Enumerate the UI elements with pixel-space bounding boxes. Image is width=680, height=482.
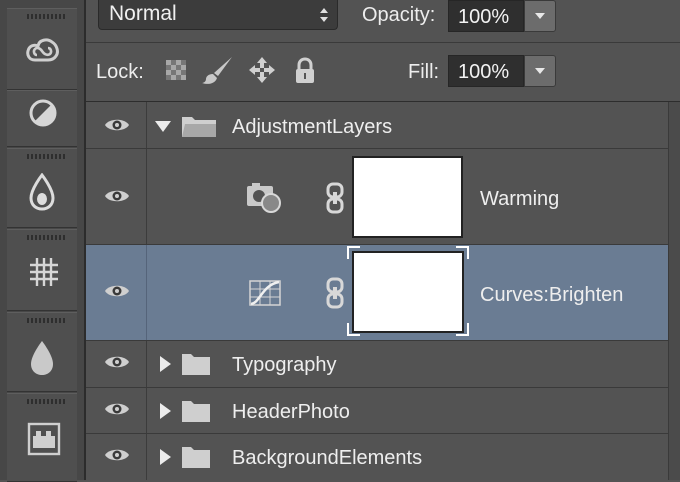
grip[interactable] — [27, 235, 67, 240]
layers-options-bar: Normal Opacity: 100% — [86, 0, 680, 43]
layer-name: Warming — [480, 188, 560, 210]
open-folder-icon — [182, 117, 216, 137]
opacity-label: Opacity: — [362, 4, 436, 26]
tool-strip — [0, 0, 86, 482]
layer-warming[interactable]: Warming — [86, 149, 668, 245]
grip[interactable] — [27, 399, 67, 404]
visibility-cell[interactable] — [86, 388, 147, 433]
lock-bar: Lock: Fill: 100% — [86, 43, 680, 102]
folder-icon — [182, 354, 210, 375]
fill-dropdown-button[interactable] — [524, 55, 556, 87]
eye-icon[interactable] — [104, 187, 130, 205]
visibility-cell[interactable] — [86, 245, 147, 340]
tool-adjustments[interactable] — [7, 90, 77, 147]
layer-name: HeaderPhoto — [232, 401, 350, 423]
blend-mode-value: Normal — [109, 2, 177, 25]
tool-water-drop[interactable] — [7, 312, 77, 392]
layer-curves-brighten[interactable]: Curves:Brighten — [86, 245, 668, 341]
blend-mode-select[interactable]: Normal — [98, 0, 338, 30]
layer-name: BackgroundElements — [232, 447, 423, 469]
fill-input[interactable]: 100% — [448, 55, 524, 87]
photo-filter-icon — [247, 183, 281, 213]
lock-transparent-pixels-icon[interactable] — [166, 60, 186, 80]
water-drop-icon — [31, 341, 53, 375]
layer-group-backgroundelements[interactable]: BackgroundElements — [86, 434, 668, 480]
lock-position-move-icon[interactable] — [248, 56, 276, 84]
lock-label: Lock: — [96, 61, 144, 83]
grid-icon — [30, 258, 58, 286]
layer-group-typography[interactable]: Typography — [86, 341, 668, 388]
collapsed-triangle-icon[interactable] — [158, 402, 172, 420]
creative-cloud-icon — [26, 38, 59, 62]
lock-image-pixels-icon[interactable] — [200, 55, 234, 85]
grip[interactable] — [27, 318, 67, 323]
expanded-triangle-icon[interactable] — [154, 119, 172, 133]
layers-scroll-gutter[interactable] — [668, 102, 680, 480]
tool-grid[interactable] — [7, 229, 77, 311]
lock-all-icon[interactable] — [294, 57, 316, 85]
fill-label: Fill: — [408, 61, 440, 83]
folder-icon — [182, 401, 210, 422]
collapsed-triangle-icon[interactable] — [158, 448, 172, 466]
opacity-input[interactable]: 100% — [448, 0, 524, 32]
layer-name: Curves:Brighten — [480, 284, 624, 306]
layer-mask-link-icon[interactable] — [326, 277, 344, 309]
layer-mask-thumbnail[interactable] — [352, 156, 463, 238]
visibility-cell[interactable] — [86, 149, 147, 244]
eye-icon[interactable] — [104, 116, 130, 134]
tool-creative-cloud[interactable] — [7, 8, 77, 90]
opacity-dropdown-button[interactable] — [524, 0, 556, 32]
curves-icon — [249, 280, 281, 306]
layer-group-adjustmentlayers[interactable]: AdjustmentLayers — [86, 102, 668, 149]
adjustments-icon — [29, 99, 57, 127]
eye-icon[interactable] — [104, 282, 130, 300]
grip[interactable] — [27, 154, 67, 159]
layer-comps-icon — [27, 422, 61, 456]
layer-group-headerphoto[interactable]: HeaderPhoto — [86, 388, 668, 434]
layer-mask-link-icon[interactable] — [326, 182, 344, 214]
color-drop-icon — [29, 173, 55, 211]
collapsed-triangle-icon[interactable] — [158, 355, 172, 373]
select-arrows-icon — [320, 8, 328, 22]
visibility-cell[interactable] — [86, 434, 147, 480]
folder-icon — [182, 447, 210, 468]
tool-color-drop[interactable] — [7, 148, 77, 228]
visibility-cell[interactable] — [86, 341, 147, 387]
layer-name: AdjustmentLayers — [232, 116, 393, 138]
eye-icon[interactable] — [104, 446, 130, 464]
layer-mask-thumbnail[interactable] — [352, 251, 464, 333]
eye-icon[interactable] — [104, 400, 130, 418]
layer-name: Typography — [232, 354, 337, 376]
eye-icon[interactable] — [104, 353, 130, 371]
visibility-cell[interactable] — [86, 102, 147, 148]
grip[interactable] — [27, 14, 67, 19]
tool-layer-comps[interactable] — [7, 393, 77, 482]
